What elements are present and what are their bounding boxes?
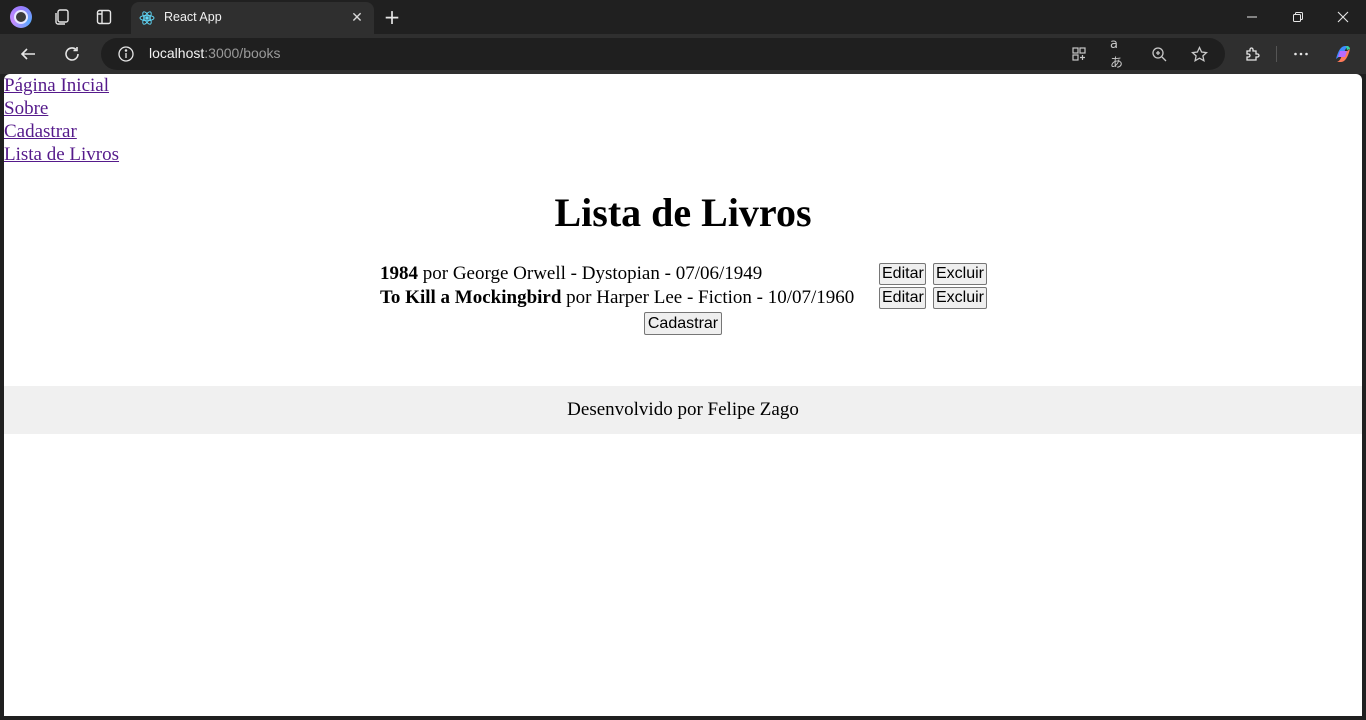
register-button[interactable]: Cadastrar bbox=[644, 312, 722, 335]
book-info: To Kill a Mockingbird por Harper Lee - F… bbox=[380, 287, 855, 308]
delete-button[interactable]: Excluir bbox=[933, 263, 987, 285]
book-title: 1984 bbox=[380, 263, 418, 284]
restore-icon bbox=[1293, 12, 1303, 22]
toolbar-separator bbox=[1276, 46, 1277, 62]
by-word: por bbox=[422, 263, 449, 284]
by-word: por bbox=[566, 287, 592, 308]
react-favicon-icon bbox=[139, 11, 155, 25]
translate-icon[interactable]: aあ bbox=[1110, 37, 1128, 71]
tab-close-icon[interactable]: ✕ bbox=[348, 9, 366, 27]
copilot-button[interactable] bbox=[1327, 38, 1359, 70]
page-title: Lista de Livros bbox=[554, 190, 812, 235]
minimize-icon bbox=[1247, 16, 1257, 18]
copilot-icon bbox=[1336, 46, 1350, 62]
workspaces-icon bbox=[55, 9, 69, 25]
new-tab-icon[interactable]: + bbox=[376, 3, 408, 31]
footer-text: Desenvolvido por Felipe Zago bbox=[567, 399, 799, 420]
restore-button[interactable] bbox=[1275, 0, 1321, 34]
vertical-tabs-button[interactable] bbox=[88, 4, 120, 30]
close-icon bbox=[1337, 11, 1349, 23]
workspaces-button[interactable] bbox=[46, 4, 78, 30]
close-window-button[interactable] bbox=[1320, 0, 1366, 34]
settings-menu-button[interactable] bbox=[1285, 38, 1317, 70]
url-text[interactable]: localhost:3000/books bbox=[149, 45, 281, 61]
site-info-icon[interactable] bbox=[117, 45, 135, 63]
minimize-button[interactable] bbox=[1229, 0, 1275, 34]
book-author: Harper Lee bbox=[596, 287, 683, 308]
apps-grid-icon bbox=[1072, 47, 1086, 61]
page-viewport: Página Inicial Sobre Cadastrar Lista de … bbox=[4, 74, 1362, 716]
puzzle-icon bbox=[1246, 47, 1260, 61]
book-info: 1984 por George Orwell - Dystopian - 07/… bbox=[380, 263, 763, 284]
extensions-button[interactable] bbox=[1237, 38, 1269, 70]
back-arrow-icon bbox=[20, 48, 35, 60]
profile-button[interactable] bbox=[6, 3, 36, 31]
book-title: To Kill a Mockingbird bbox=[380, 287, 562, 308]
browser-titlebar: React App ✕ + bbox=[0, 0, 1366, 34]
url-path: :3000/books bbox=[204, 45, 281, 61]
nav-link-home[interactable]: Página Inicial bbox=[4, 74, 119, 97]
main-nav: Página Inicial Sobre Cadastrar Lista de … bbox=[4, 74, 119, 166]
book-date: 10/07/1960 bbox=[767, 287, 855, 308]
nav-link-about[interactable]: Sobre bbox=[4, 97, 119, 120]
book-author: George Orwell bbox=[452, 263, 566, 284]
book-list: 1984 por George Orwell - Dystopian - 07/… bbox=[380, 262, 990, 310]
nav-link-book-list[interactable]: Lista de Livros bbox=[4, 143, 119, 166]
list-item: To Kill a Mockingbird por Harper Lee - F… bbox=[380, 286, 990, 310]
book-date: 07/06/1949 bbox=[675, 263, 763, 284]
page-footer: Desenvolvido por Felipe Zago bbox=[4, 386, 1362, 434]
reload-button[interactable] bbox=[56, 38, 88, 70]
profile-avatar-icon bbox=[10, 6, 32, 28]
book-genre: Dystopian bbox=[581, 263, 660, 284]
tab-actions-icon bbox=[96, 9, 112, 25]
star-outline-icon bbox=[1190, 45, 1208, 62]
edit-button[interactable]: Editar bbox=[879, 287, 926, 309]
app-available-icon[interactable] bbox=[1070, 45, 1088, 63]
book-genre: Fiction bbox=[698, 287, 752, 308]
more-dots-icon bbox=[1294, 52, 1308, 56]
favorite-star-icon[interactable] bbox=[1190, 45, 1208, 63]
edit-button[interactable]: Editar bbox=[879, 263, 926, 285]
browser-toolbar: localhost:3000/books aあ bbox=[0, 34, 1366, 74]
url-host: localhost bbox=[149, 45, 205, 61]
back-button[interactable] bbox=[12, 38, 44, 70]
list-item: 1984 por George Orwell - Dystopian - 07/… bbox=[380, 262, 990, 286]
delete-button[interactable]: Excluir bbox=[933, 287, 987, 309]
address-bar[interactable]: localhost:3000/books aあ bbox=[101, 37, 1225, 71]
zoom-icon[interactable] bbox=[1150, 45, 1168, 63]
magnifier-plus-icon bbox=[1152, 47, 1167, 62]
nav-link-register[interactable]: Cadastrar bbox=[4, 120, 119, 143]
active-tab[interactable]: React App ✕ bbox=[131, 2, 374, 34]
reload-icon bbox=[65, 47, 79, 61]
tab-title: React App bbox=[164, 10, 222, 24]
